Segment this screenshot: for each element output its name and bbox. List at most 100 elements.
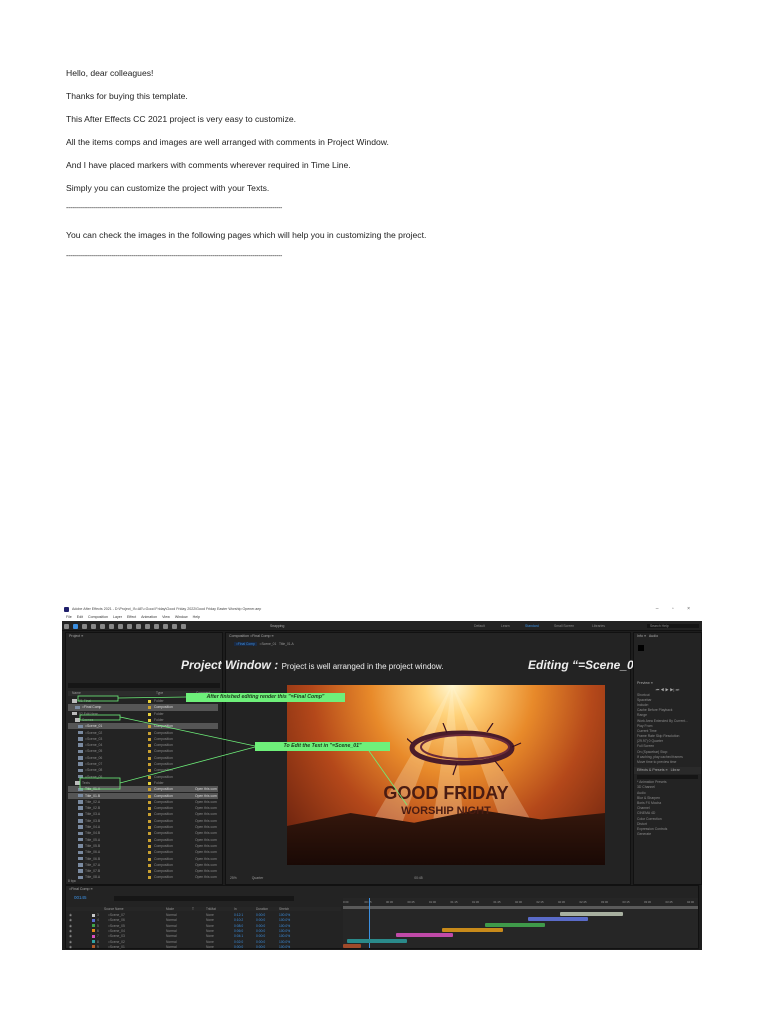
label-color-swatch[interactable] bbox=[148, 876, 151, 880]
menu-help[interactable]: Help bbox=[193, 615, 200, 619]
pan-behind-tool-icon[interactable] bbox=[118, 623, 123, 629]
menu-edit[interactable]: Edit bbox=[77, 615, 83, 619]
puppet-tool-icon[interactable] bbox=[181, 623, 186, 629]
work-area-bar[interactable] bbox=[343, 906, 698, 909]
timeline-search-input[interactable] bbox=[114, 896, 294, 901]
menu-file[interactable]: File bbox=[66, 615, 72, 619]
label-color-swatch[interactable] bbox=[148, 794, 151, 798]
timeline-column[interactable]: Stretch bbox=[279, 907, 289, 911]
layer-duration-bar[interactable] bbox=[343, 943, 361, 948]
menu-animation[interactable]: Animation bbox=[141, 615, 157, 619]
workspace-libraries[interactable]: Libraries bbox=[592, 624, 605, 628]
workspace-small-screen[interactable]: Small Screen bbox=[554, 624, 574, 628]
layer-label-color[interactable] bbox=[92, 945, 95, 949]
brush-tool-icon[interactable] bbox=[154, 623, 159, 629]
label-color-swatch[interactable] bbox=[148, 838, 151, 842]
menu-effect[interactable]: Effect bbox=[127, 615, 136, 619]
layer-row[interactable]: ◉ 9 =Scene_01 Normal None 0:00:0 0:00:0 100.0% bbox=[66, 944, 341, 950]
label-color-swatch[interactable] bbox=[148, 832, 151, 836]
shape-tool-icon[interactable] bbox=[127, 623, 132, 629]
label-color-swatch[interactable] bbox=[148, 769, 151, 773]
bit-depth[interactable]: 8 bpc bbox=[68, 879, 76, 883]
type-tool-icon[interactable] bbox=[145, 623, 150, 629]
label-color-swatch[interactable] bbox=[148, 763, 151, 766]
layer-mode-dropdown[interactable]: Normal bbox=[166, 944, 177, 950]
layer-in-point[interactable]: 0:00:0 bbox=[234, 944, 243, 950]
layer-duration-bar[interactable] bbox=[485, 922, 546, 927]
project-search-input[interactable] bbox=[68, 683, 220, 688]
timeline-column[interactable]: Source Name bbox=[104, 907, 124, 911]
label-color-swatch[interactable] bbox=[148, 807, 151, 811]
zoom-tool-icon[interactable] bbox=[91, 623, 96, 629]
visibility-toggle-icon[interactable]: ◉ bbox=[69, 944, 72, 950]
project-tab[interactable]: Project ≡ bbox=[66, 633, 222, 640]
column-name[interactable]: Name bbox=[72, 691, 81, 695]
breadcrumb-title-01a[interactable]: Title_01.A bbox=[279, 642, 294, 646]
layer-trkmat-dropdown[interactable]: None bbox=[206, 944, 214, 950]
label-color-swatch[interactable] bbox=[148, 863, 151, 867]
layer-label-color[interactable] bbox=[92, 924, 95, 928]
label-color-swatch[interactable] bbox=[148, 706, 151, 710]
audio-tab[interactable]: Audio bbox=[649, 634, 658, 638]
label-color-swatch[interactable] bbox=[148, 756, 151, 760]
timeline-column[interactable]: T bbox=[192, 907, 194, 911]
menu-view[interactable]: View bbox=[162, 615, 170, 619]
breadcrumb-final-comp[interactable]: =Final Comp bbox=[234, 642, 257, 646]
label-color-swatch[interactable] bbox=[148, 857, 151, 861]
stamp-tool-icon[interactable] bbox=[163, 623, 168, 629]
breadcrumb-scene-01[interactable]: =Scene_01 bbox=[260, 642, 277, 646]
label-color-swatch[interactable] bbox=[148, 712, 151, 716]
layer-duration[interactable]: 0:00:0 bbox=[256, 944, 265, 950]
hand-tool-icon[interactable] bbox=[82, 623, 87, 629]
info-tab[interactable]: Info ≡ bbox=[637, 634, 646, 638]
snapping-checkbox[interactable]: Snapping bbox=[270, 624, 284, 628]
magnification-dropdown[interactable]: 25% bbox=[230, 876, 237, 880]
layer-label-color[interactable] bbox=[92, 934, 95, 938]
preview-option[interactable]: Move time to preview time bbox=[634, 759, 701, 764]
timeline-column[interactable]: Mode bbox=[166, 907, 174, 911]
label-color-swatch[interactable] bbox=[148, 750, 151, 754]
label-color-swatch[interactable] bbox=[148, 700, 151, 703]
current-time[interactable]: 00:45 bbox=[414, 876, 423, 880]
composition-tab[interactable]: Composition =Final Comp ≡ bbox=[226, 633, 630, 640]
layer-duration-bar[interactable] bbox=[396, 933, 454, 938]
selection-tool-icon[interactable] bbox=[73, 623, 78, 629]
label-color-swatch[interactable] bbox=[148, 813, 151, 817]
label-color-swatch[interactable] bbox=[148, 731, 151, 735]
label-color-swatch[interactable] bbox=[148, 851, 151, 855]
timeline-column[interactable]: In bbox=[234, 907, 237, 911]
menu-window[interactable]: Window bbox=[175, 615, 188, 619]
resolution-dropdown[interactable]: Quarter bbox=[252, 876, 264, 880]
layer-label-color[interactable] bbox=[92, 913, 95, 917]
effects-search-input[interactable] bbox=[637, 774, 698, 779]
camera-tool-icon[interactable] bbox=[109, 623, 114, 629]
timeline-tab[interactable]: =Final Comp ≡ bbox=[66, 886, 698, 893]
label-color-swatch[interactable] bbox=[148, 844, 151, 848]
label-color-swatch[interactable] bbox=[148, 819, 151, 823]
home-icon[interactable] bbox=[64, 623, 69, 629]
layer-label-color[interactable] bbox=[92, 940, 95, 943]
menu-layer[interactable]: Layer bbox=[113, 615, 122, 619]
layer-duration-bar[interactable] bbox=[442, 927, 503, 932]
composition-preview[interactable]: GOOD FRIDAY WORSHIP NIGHT bbox=[287, 685, 605, 865]
layer-number[interactable]: 9 bbox=[97, 944, 99, 950]
layer-label-color[interactable] bbox=[92, 918, 95, 922]
layer-duration-bar[interactable] bbox=[346, 938, 407, 943]
label-color-swatch[interactable] bbox=[148, 744, 151, 748]
label-color-swatch[interactable] bbox=[148, 781, 151, 785]
label-color-swatch[interactable] bbox=[148, 788, 151, 792]
layer-name[interactable]: =Scene_01 bbox=[108, 944, 125, 950]
libraries-tab[interactable]: Librar bbox=[671, 768, 680, 772]
layer-duration-bar[interactable] bbox=[559, 912, 624, 916]
rotate-tool-icon[interactable] bbox=[100, 623, 105, 629]
eraser-tool-icon[interactable] bbox=[172, 623, 177, 629]
time-ruler[interactable]: 0:00 00:15 00:30 00:45 01:00 01:15 01:30 01:45 0… bbox=[343, 900, 698, 905]
column-type[interactable]: Type bbox=[156, 691, 163, 695]
timeline-column[interactable]: Duration bbox=[256, 907, 268, 911]
label-color-swatch[interactable] bbox=[148, 718, 151, 722]
label-color-swatch[interactable] bbox=[148, 870, 151, 874]
effects-presets-tab[interactable]: Effects & Presets ≡ bbox=[637, 768, 668, 772]
search-help-input[interactable]: Search Help bbox=[647, 624, 699, 628]
menu-composition[interactable]: Composition bbox=[88, 615, 108, 619]
layer-duration-bar[interactable] bbox=[527, 917, 588, 922]
